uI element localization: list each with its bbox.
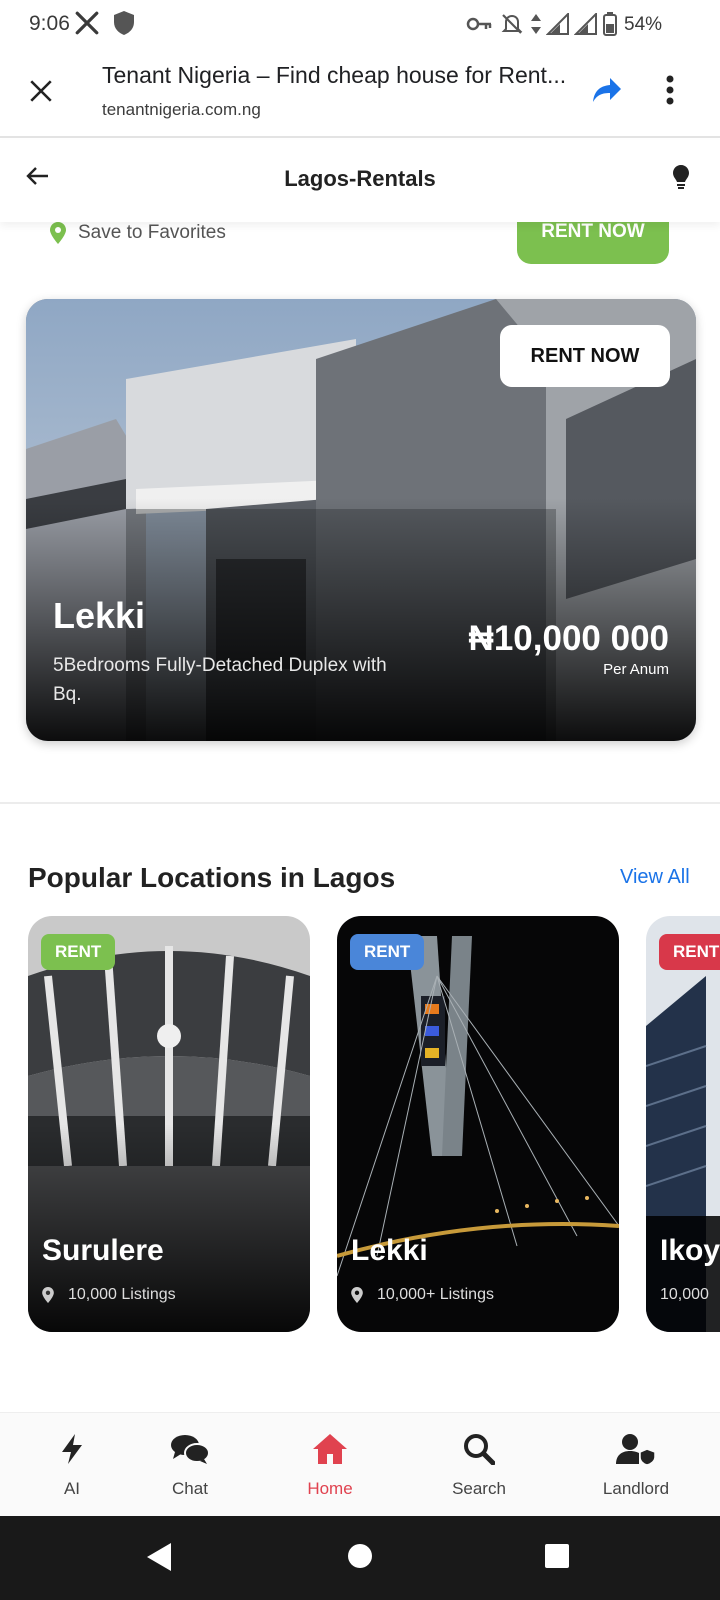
rent-now-button[interactable]: RENT NOW: [517, 222, 669, 264]
view-all-link[interactable]: View All: [620, 866, 690, 889]
nav-label: Chat: [172, 1479, 208, 1498]
app-title: Lagos-Rentals: [284, 166, 436, 191]
search-icon: [463, 1433, 496, 1470]
user-shield-icon: [616, 1433, 656, 1470]
section-divider: [0, 802, 720, 804]
location-name: Lekki: [351, 1234, 428, 1267]
page-title: Tenant Nigeria – Find cheap house for Re…: [102, 62, 567, 88]
location-card-surulere[interactable]: RENT Surulere 10,000 Listings: [28, 916, 310, 1332]
listing-count: 10,000+ Listings: [377, 1286, 494, 1303]
map-pin-icon: [42, 1287, 54, 1308]
listing-count: 10,000 Listings: [68, 1286, 176, 1303]
home-circle-icon[interactable]: [347, 1543, 373, 1574]
recents-square-icon[interactable]: [545, 1544, 569, 1573]
close-icon[interactable]: [28, 78, 54, 109]
stadium-photo: [28, 916, 310, 1332]
shield-icon: [112, 10, 136, 41]
share-icon[interactable]: [592, 76, 622, 109]
price-period: Per Anum: [603, 661, 669, 678]
bridge-photo: [337, 916, 619, 1332]
nav-item-home[interactable]: Home: [258, 1413, 402, 1517]
status-bar: 9:06 54%: [0, 0, 720, 50]
page-url[interactable]: tenantnigeria.com.ng: [102, 100, 261, 120]
system-navigation-bar: [0, 1516, 720, 1600]
nav-label: Search: [452, 1479, 506, 1498]
rent-badge: RENT: [41, 934, 116, 970]
map-pin-icon: [351, 1287, 363, 1308]
battery-percent: 54%: [624, 14, 663, 35]
bottom-navigation: AI Chat Home Search Landlord: [0, 1412, 720, 1516]
app-bar: Lagos-Rentals: [0, 140, 720, 222]
listing-price: ₦10,000 000: [468, 619, 669, 658]
location-card-ikoyi[interactable]: RENT Ikoyi 10,000: [646, 916, 720, 1332]
listing-location: Lekki: [53, 595, 146, 636]
battery-icon: [603, 12, 617, 41]
back-triangle-icon[interactable]: [146, 1542, 172, 1577]
nav-label: Landlord: [602, 1479, 670, 1498]
bolt-icon: [60, 1433, 84, 1470]
chat-bubbles-icon: [170, 1433, 210, 1470]
rent-badge: RENT: [659, 934, 720, 970]
hero-rent-now-button[interactable]: RENT NOW: [500, 325, 670, 387]
status-time: 9:06: [29, 12, 70, 35]
listing-description: 5Bedrooms Fully-Detached Duplex with Bq.: [53, 655, 387, 705]
more-vert-icon[interactable]: [665, 74, 675, 111]
signal-icon: [573, 11, 598, 40]
location-card-lekki[interactable]: RENT Lekki 10,000+ Listings: [337, 916, 619, 1332]
custom-tab-toolbar: Tenant Nigeria – Find cheap house for Re…: [0, 50, 720, 138]
section-title: Popular Locations in Lagos: [28, 862, 396, 893]
nav-item-search[interactable]: Search: [407, 1413, 551, 1517]
tower-photo: [646, 916, 720, 1332]
signal-icon: [545, 11, 570, 40]
nav-item-landlord[interactable]: Landlord: [564, 1413, 708, 1517]
nav-label: Home: [307, 1479, 353, 1498]
data-arrows-icon: [530, 12, 542, 41]
bell-off-icon: [500, 12, 524, 41]
rent-badge: RENT: [350, 934, 425, 970]
nav-item-chat[interactable]: Chat: [118, 1413, 262, 1517]
main-content: Save to Favorites RENT NOW RENT NOW Lekk…: [0, 222, 720, 1412]
location-name: Ikoyi: [660, 1234, 720, 1267]
location-name: Surulere: [42, 1234, 164, 1267]
key-icon: [466, 14, 492, 39]
listing-count: 10,000: [660, 1286, 709, 1303]
home-icon: [312, 1433, 348, 1470]
featured-listing-card[interactable]: RENT NOW Lekki 5Bedrooms Fully-Detached …: [26, 299, 696, 741]
map-pin-icon: [50, 222, 66, 249]
x-logo-icon: [74, 10, 100, 41]
save-to-favorites-link[interactable]: Save to Favorites: [78, 222, 226, 244]
lightbulb-icon[interactable]: [672, 164, 690, 195]
